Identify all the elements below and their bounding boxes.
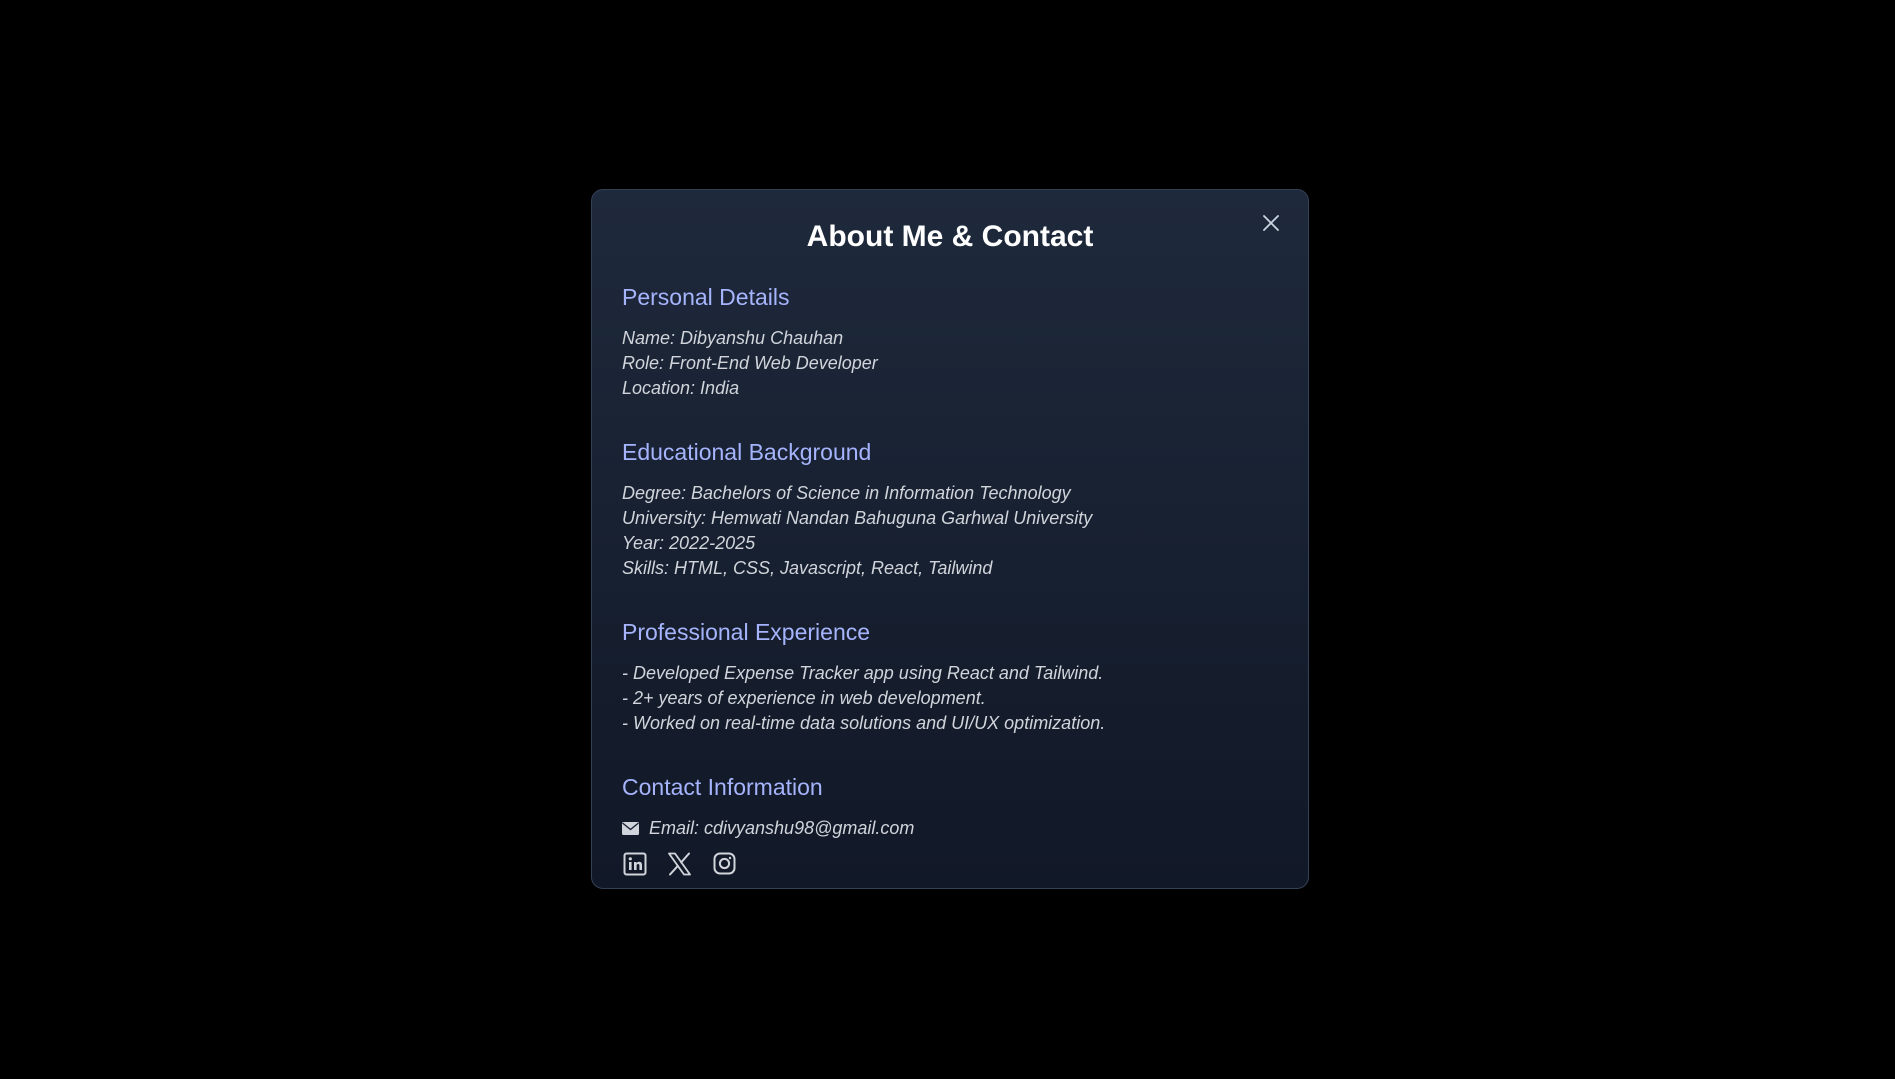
- modal-content: Personal Details Name: Dibyanshu Chauhan…: [622, 282, 1278, 912]
- experience-item: - Worked on real-time data solutions and…: [622, 713, 1106, 733]
- personal-name: Name: Dibyanshu Chauhan: [622, 328, 844, 348]
- experience-item: - 2+ years of experience in web developm…: [622, 688, 986, 708]
- email-row: Email: cdivyanshu98@gmail.com: [622, 816, 1278, 841]
- about-contact-modal: About Me & Contact Personal Details Name…: [591, 189, 1309, 889]
- personal-location: Location: India: [622, 378, 740, 398]
- education-degree: Degree: Bachelors of Science in Informat…: [622, 483, 1071, 503]
- contact-section: Contact Information Email: cdivyanshu98@…: [622, 772, 1278, 876]
- personal-details-heading: Personal Details: [622, 284, 790, 310]
- x-icon: [668, 852, 691, 875]
- education-heading: Educational Background: [622, 439, 872, 465]
- instagram-icon: [713, 852, 736, 875]
- envelope-icon: [622, 822, 639, 835]
- education-section: Educational Background Degree: Bachelors…: [622, 437, 1278, 581]
- social-links: [622, 851, 1278, 876]
- education-year: Year: 2022-2025: [622, 533, 756, 553]
- x-link[interactable]: [667, 851, 692, 876]
- contact-heading: Contact Information: [622, 774, 823, 800]
- experience-item: - Developed Expense Tracker app using Re…: [622, 663, 1104, 683]
- linkedin-icon: [623, 852, 646, 875]
- email-text[interactable]: Email: cdivyanshu98@gmail.com: [649, 816, 914, 841]
- experience-section: Professional Experience - Developed Expe…: [622, 617, 1278, 736]
- experience-heading: Professional Experience: [622, 619, 871, 645]
- modal-title: About Me & Contact: [806, 220, 1094, 253]
- education-skills: Skills: HTML, CSS, Javascript, React, Ta…: [622, 558, 993, 578]
- personal-role: Role: Front-End Web Developer: [622, 353, 878, 373]
- personal-details-section: Personal Details Name: Dibyanshu Chauhan…: [622, 282, 1278, 401]
- instagram-link[interactable]: [712, 851, 737, 876]
- linkedin-link[interactable]: [622, 851, 647, 876]
- education-university: University: Hemwati Nandan Bahuguna Garh…: [622, 508, 1093, 528]
